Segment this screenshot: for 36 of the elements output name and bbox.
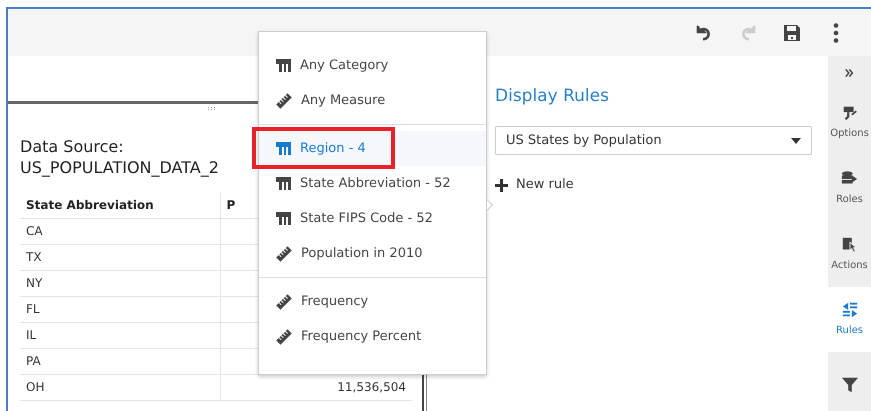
table-cell: OH xyxy=(20,374,220,400)
save-icon xyxy=(782,22,802,42)
table-cell: TX xyxy=(20,244,220,270)
more-icon xyxy=(833,22,839,42)
table-cell: IL xyxy=(20,322,220,348)
rules-icon xyxy=(840,301,858,320)
menu-item[interactable]: Any Category xyxy=(259,48,486,83)
table-cell: NY xyxy=(20,270,220,296)
sidebar-tab[interactable]: Options xyxy=(828,90,871,156)
plus-icon xyxy=(495,178,508,192)
data-source-name: US_POPULATION_DATA_2 xyxy=(20,157,219,178)
menu-item[interactable]: Frequency Percent xyxy=(259,319,486,354)
column-header[interactable]: State Abbreviation xyxy=(20,192,220,218)
category-icon xyxy=(276,142,291,155)
double-chevron-icon xyxy=(844,67,856,80)
table-cell: FL xyxy=(20,296,220,322)
table-cell: CA xyxy=(20,218,220,244)
menu-item[interactable]: State FIPS Code - 52 xyxy=(259,201,486,236)
brush-icon xyxy=(840,104,858,122)
category-icon xyxy=(276,212,291,225)
new-rule-button[interactable]: New rule xyxy=(495,175,574,195)
category-icon xyxy=(276,59,291,72)
sidebar-tab[interactable]: Rules xyxy=(828,286,871,352)
dropdown-caret-icon xyxy=(791,138,801,144)
filter-icon xyxy=(840,376,858,394)
menu-item[interactable]: Frequency xyxy=(259,284,486,319)
rule-dropdown[interactable]: US States by Population xyxy=(495,126,812,156)
sidebar-tab[interactable]: Roles xyxy=(828,156,871,222)
panel-title: Display Rules xyxy=(495,86,610,106)
data-source-label: Data Source: xyxy=(20,136,124,157)
menu-item[interactable]: Any Measure xyxy=(259,83,486,118)
menu-item[interactable]: Population in 2010 xyxy=(259,236,486,271)
table-cell: PA xyxy=(20,348,220,374)
category-icon xyxy=(276,177,291,190)
sidebar-tab[interactable]: Actions xyxy=(828,221,871,287)
menu-item[interactable]: State Abbreviation - 52 xyxy=(259,166,486,201)
